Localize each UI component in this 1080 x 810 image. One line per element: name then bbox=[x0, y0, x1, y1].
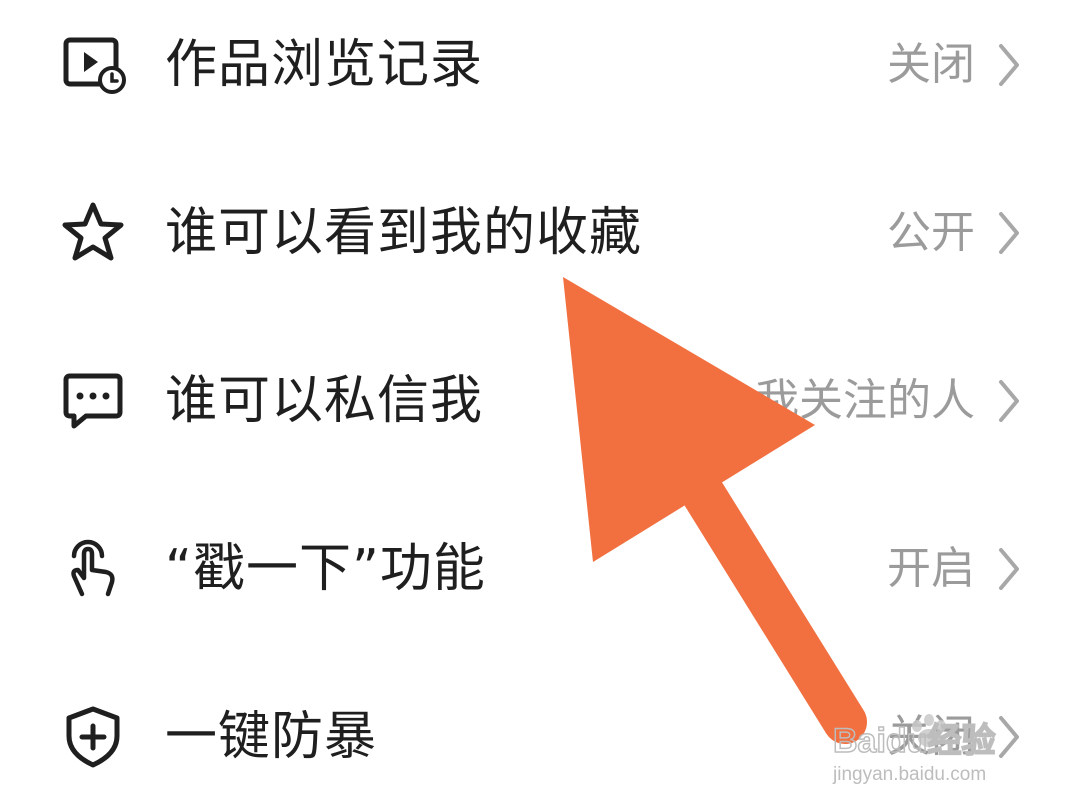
setting-row-one-click-protection[interactable]: 一键防暴 关闭 bbox=[0, 664, 1080, 810]
setting-label: 作品浏览记录 bbox=[165, 35, 484, 95]
privacy-settings-screen: 作品浏览记录 关闭 谁可以看到我的收藏 公开 谁可以私信我 我关注的人 “戳一下… bbox=[0, 0, 1080, 810]
setting-value: 我关注的人 bbox=[755, 375, 975, 426]
setting-row-browse-history[interactable]: 作品浏览记录 关闭 bbox=[0, 0, 1080, 142]
setting-row-poke-feature[interactable]: “戳一下”功能 开启 bbox=[0, 496, 1080, 646]
chevron-right-icon bbox=[995, 40, 1025, 90]
video-history-icon bbox=[60, 32, 126, 98]
setting-row-who-can-message[interactable]: 谁可以私信我 我关注的人 bbox=[0, 328, 1080, 478]
chevron-right-icon bbox=[995, 544, 1025, 594]
tap-hand-icon bbox=[60, 536, 126, 602]
setting-value: 开启 bbox=[887, 543, 975, 594]
setting-row-favorites-visibility[interactable]: 谁可以看到我的收藏 公开 bbox=[0, 160, 1080, 310]
star-icon bbox=[60, 200, 126, 266]
message-icon bbox=[60, 368, 126, 434]
setting-value: 公开 bbox=[887, 207, 975, 258]
setting-label: 谁可以看到我的收藏 bbox=[165, 203, 643, 263]
chevron-right-icon bbox=[995, 712, 1025, 762]
setting-value: 关闭 bbox=[887, 711, 975, 762]
setting-label: 谁可以私信我 bbox=[165, 371, 484, 431]
setting-value: 关闭 bbox=[887, 39, 975, 90]
chevron-right-icon bbox=[995, 376, 1025, 426]
shield-plus-icon bbox=[60, 704, 126, 770]
setting-label: “戳一下”功能 bbox=[165, 539, 486, 599]
setting-label: 一键防暴 bbox=[165, 707, 378, 767]
chevron-right-icon bbox=[995, 208, 1025, 258]
